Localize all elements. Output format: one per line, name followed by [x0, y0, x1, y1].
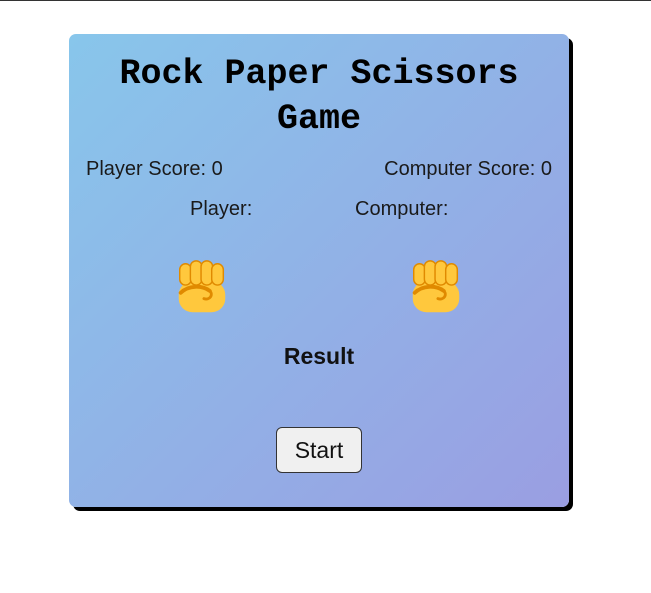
- top-divider: [0, 0, 651, 1]
- game-card: Rock Paper Scissors Game Player Score: 0…: [69, 34, 569, 507]
- game-title: Rock Paper Scissors Game: [119, 54, 519, 139]
- result-text: Result: [283, 343, 355, 369]
- player-label: Player:: [190, 198, 253, 220]
- computer-label: Computer:: [355, 198, 449, 220]
- player-raised-fist-icon: [178, 260, 226, 313]
- computer-raised-fist-icon: [412, 260, 460, 313]
- computer-score: Computer Score: 0: [384, 158, 552, 180]
- start-button[interactable]: Start: [276, 427, 362, 473]
- player-score: Player Score: 0: [86, 158, 223, 180]
